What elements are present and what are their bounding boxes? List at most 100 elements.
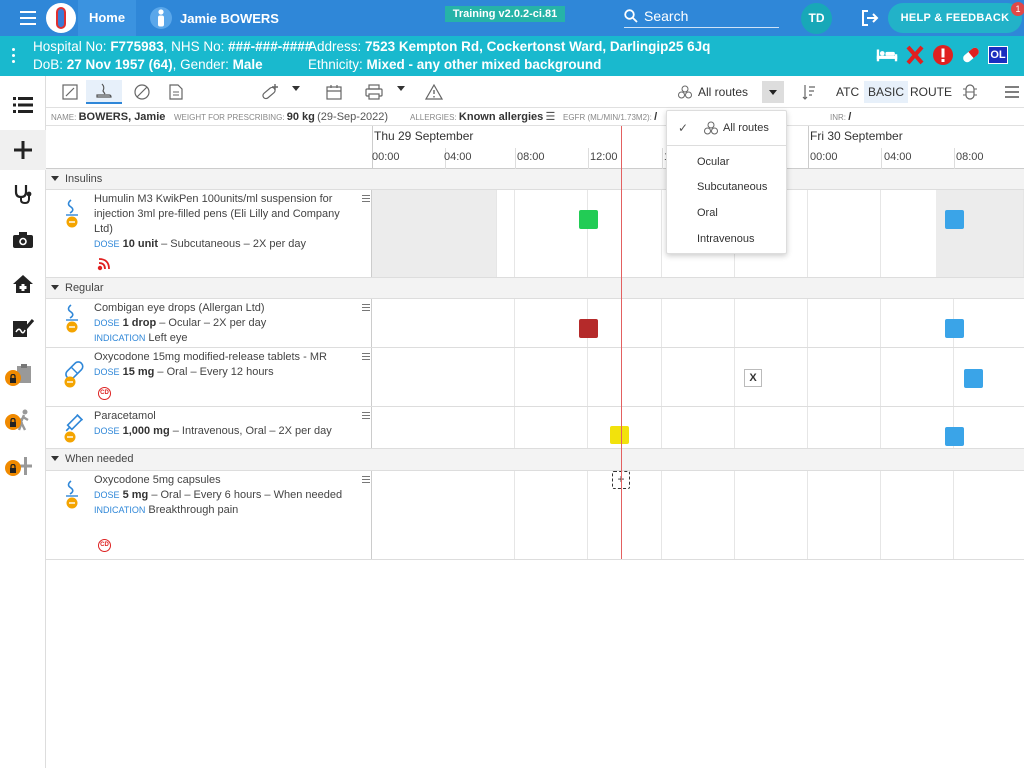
dropdown-item-ocular[interactable]: Ocular — [667, 150, 786, 174]
patient-banner: Hospital No: F775983, NHS No: ###-###-##… — [0, 36, 1024, 76]
medication-row[interactable]: Combigan eye drops (Allergan Ltd) DOSE 1… — [46, 299, 1024, 348]
current-time-line — [621, 126, 622, 559]
basic-view-button[interactable]: BASIC — [864, 81, 909, 103]
add-medication-icon[interactable] — [254, 80, 286, 104]
row-menu-icon[interactable] — [362, 353, 370, 361]
controlled-drug-badge: CD — [98, 539, 111, 552]
dose-due-marker[interactable] — [945, 427, 964, 446]
medication-row[interactable]: Humulin M3 KwikPen 100units/ml suspensio… — [46, 190, 1024, 278]
dose-label: DOSE — [94, 318, 120, 328]
print-icon[interactable] — [358, 80, 390, 104]
indication-label: INDICATION — [94, 333, 146, 343]
ethnicity-label: Ethnicity: — [308, 57, 363, 72]
logout-icon[interactable] — [860, 8, 880, 28]
bed-icon[interactable] — [876, 44, 898, 66]
nav-walking-icon[interactable] — [0, 400, 46, 440]
dropdown-item-intravenous[interactable]: Intravenous — [667, 227, 786, 251]
dose-missed-marker[interactable] — [579, 319, 598, 338]
dropdown-item-subcutaneous[interactable]: Subcutaneous — [667, 175, 786, 199]
dose-due-marker[interactable] — [964, 369, 983, 388]
syringe-icon — [62, 198, 84, 228]
info-allergies[interactable]: Known allergies — [459, 111, 543, 123]
nav-camera-icon[interactable] — [0, 220, 46, 260]
hospital-no: F775983 — [110, 39, 164, 54]
warning-icon[interactable] — [418, 80, 450, 104]
allergies-menu-icon[interactable]: ☰ — [546, 111, 556, 123]
medication-row[interactable]: Oxycodone 15mg modified-release tablets … — [46, 348, 1024, 407]
section-regular[interactable]: Regular — [46, 278, 1024, 299]
medication-row[interactable]: Oxycodone 5mg capsules DOSE 5 mg – Oral … — [46, 471, 1024, 560]
medication-row[interactable]: Paracetamol DOSE 1,000 mg – Intravenous,… — [46, 407, 1024, 449]
dose-label: DOSE — [94, 490, 120, 500]
info-weight: 90 kg — [286, 111, 315, 123]
gender-label: Gender: — [180, 57, 229, 72]
document-icon[interactable] — [160, 80, 192, 104]
routes-dropdown-button[interactable] — [762, 81, 784, 103]
administration-view-icon[interactable] — [86, 80, 122, 104]
hamburger-menu-icon[interactable] — [20, 11, 36, 25]
sort-icon[interactable] — [796, 80, 822, 104]
row-menu-icon[interactable] — [362, 304, 370, 312]
route-view-button[interactable]: ROUTE — [906, 81, 956, 103]
drug-name: Paracetamol — [94, 410, 156, 422]
routes-select[interactable]: All routes — [678, 80, 808, 104]
dropdown-item-oral[interactable]: Oral — [667, 201, 786, 225]
nhs-no: ###-###-#### — [228, 39, 313, 54]
no-drug-icon[interactable] — [126, 80, 158, 104]
drug-cell: Oxycodone 15mg modified-release tablets … — [46, 348, 372, 406]
dose-due-marker[interactable] — [945, 319, 964, 338]
dose-timeline — [372, 299, 1024, 347]
nav-clipboard-icon[interactable] — [0, 354, 46, 394]
nav-home-medical-icon[interactable] — [0, 264, 46, 304]
dose-label: DOSE — [94, 426, 120, 436]
dose-due-marker[interactable] — [945, 210, 964, 229]
app-logo[interactable] — [46, 3, 76, 33]
syringe-icon — [62, 303, 84, 333]
collapse-triangle-icon — [51, 176, 59, 182]
capsule-icon[interactable] — [960, 44, 982, 66]
lock-icon — [5, 460, 21, 476]
dose-cancelled-box[interactable]: X — [744, 369, 762, 387]
nav-form-signature-icon[interactable] — [0, 308, 46, 348]
dropdown-item-all-routes[interactable]: ✓ All routes — [667, 116, 786, 140]
hour-label: 04:00 — [884, 151, 912, 163]
nav-list-icon[interactable] — [0, 85, 46, 125]
nav-add-icon[interactable] — [0, 446, 46, 486]
pill-view-icon[interactable] — [954, 80, 986, 104]
alert-icon[interactable] — [932, 44, 954, 66]
dose-given-marker[interactable] — [579, 210, 598, 229]
drug-name: Combigan eye drops (Allergan Ltd) — [94, 302, 265, 314]
app-root: Home Jamie BOWERS Training v2.0.2-ci.81 … — [0, 0, 1024, 768]
section-when-needed[interactable]: When needed — [46, 449, 1024, 471]
tablet-icon — [62, 360, 84, 390]
row-menu-icon[interactable] — [362, 412, 370, 420]
red-x-icon[interactable] — [904, 44, 926, 66]
nav-stethoscope-icon[interactable] — [0, 174, 46, 214]
nav-plus-icon[interactable] — [0, 130, 46, 170]
add-medication-caret-icon[interactable] — [292, 86, 300, 91]
name-label: Name: — [51, 113, 77, 122]
calendar-add-icon[interactable] — [318, 80, 350, 104]
help-feedback-button[interactable]: HELP & FEEDBACK — [888, 3, 1022, 33]
print-caret-icon[interactable] — [397, 86, 405, 91]
section-insulins[interactable]: Insulins — [46, 169, 1024, 190]
user-avatar[interactable]: TD — [801, 3, 832, 34]
drug-text: Oxycodone 5mg capsules DOSE 5 mg – Oral … — [94, 473, 344, 518]
drug-name: Oxycodone 5mg capsules — [94, 474, 221, 486]
search-input[interactable]: Search — [624, 4, 779, 28]
options-menu-icon[interactable] — [996, 80, 1024, 104]
dob-label: DoB: — [33, 57, 64, 72]
atc-view-button[interactable]: ATC — [832, 81, 863, 103]
ol-badge[interactable]: OL — [988, 46, 1008, 64]
row-menu-icon[interactable] — [362, 476, 370, 484]
chart-view-icon[interactable] — [54, 80, 86, 104]
info-weight-date: (29-Sep-2022) — [317, 111, 389, 123]
dose-value: 15 mg — [122, 366, 155, 378]
patient-header[interactable]: Jamie BOWERS — [150, 0, 279, 36]
dose-pending-marker[interactable] — [610, 426, 629, 444]
row-menu-icon[interactable] — [362, 195, 370, 203]
info-name: BOWERS, Jamie — [78, 111, 166, 123]
banner-menu-icon[interactable] — [12, 48, 16, 64]
dropdown-item-label: Ocular — [697, 156, 730, 168]
home-button[interactable]: Home — [78, 0, 136, 36]
